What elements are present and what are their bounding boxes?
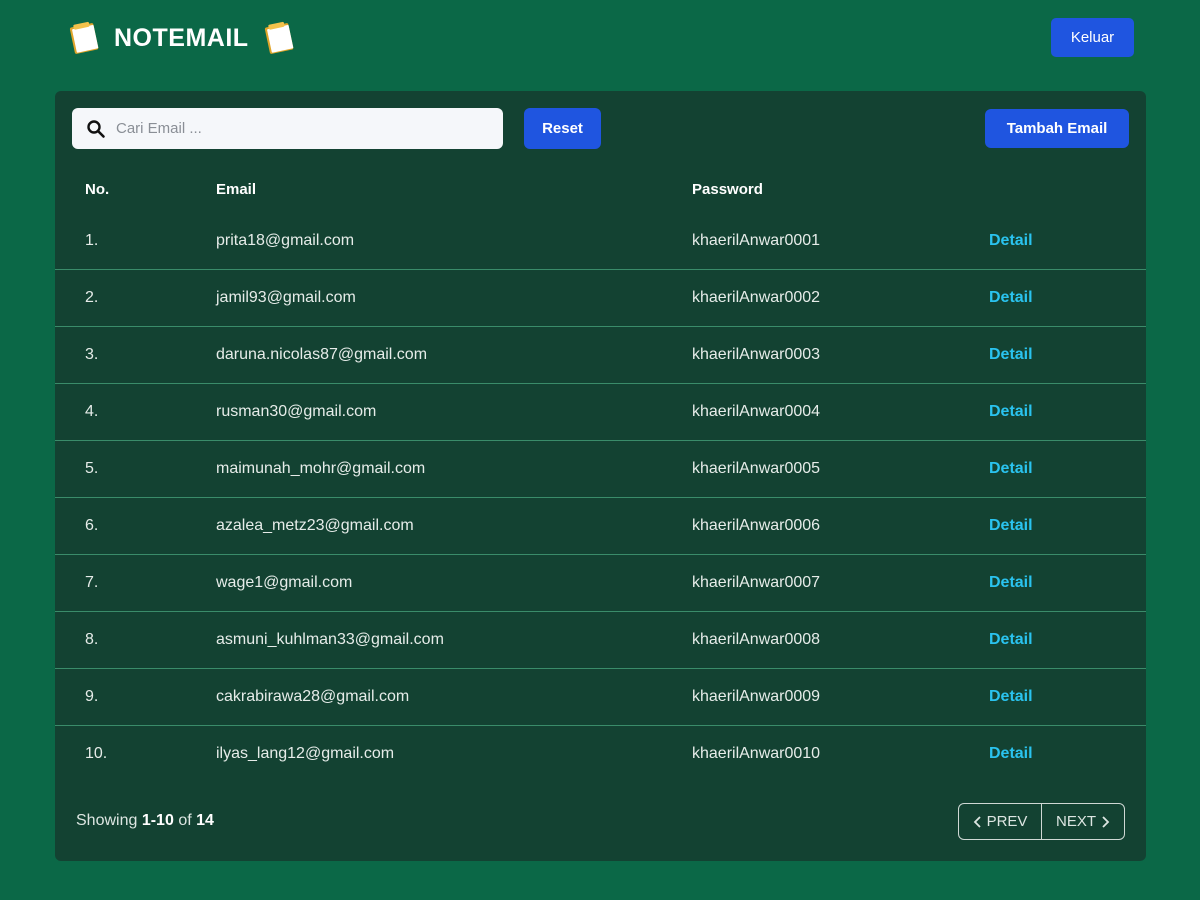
row-email: asmuni_kuhlman33@gmail.com	[216, 631, 444, 648]
search-input[interactable]	[116, 110, 496, 147]
row-email: wage1@gmail.com	[216, 574, 353, 591]
row-password: khaerilAnwar0007	[692, 574, 821, 591]
row-number: 2.	[85, 289, 99, 306]
table-row: 7. wage1@gmail.com khaerilAnwar0007 Deta…	[55, 555, 1146, 612]
header-no: No.	[85, 181, 110, 198]
table-row: 3. daruna.nicolas87@gmail.com khaerilAnw…	[55, 327, 1146, 384]
showing-range: 1-10	[141, 812, 174, 829]
row-email: ilyas_lang12@gmail.com	[216, 745, 395, 762]
row-password: khaerilAnwar0001	[692, 232, 821, 249]
row-email: maimunah_mohr@gmail.com	[216, 460, 426, 477]
row-number: 1.	[85, 232, 99, 249]
pagination-summary: Showing 1-10 of 14	[76, 812, 214, 830]
prev-page-button[interactable]: PREV	[959, 804, 1042, 839]
detail-link[interactable]: Detail	[989, 460, 1033, 478]
row-number: 8.	[85, 631, 99, 648]
table-header: No. Email Password	[55, 169, 1146, 211]
row-number: 10.	[85, 745, 108, 762]
email-panel: Reset Tambah Email No. Email Password 1.…	[55, 91, 1146, 861]
row-email: jamil93@gmail.com	[216, 289, 356, 306]
row-number: 6.	[85, 517, 99, 534]
detail-link[interactable]: Detail	[989, 631, 1033, 649]
detail-link[interactable]: Detail	[989, 289, 1033, 307]
next-page-button[interactable]: NEXT	[1042, 804, 1124, 839]
header-email: Email	[216, 181, 257, 198]
chevron-left-icon	[973, 815, 981, 828]
row-email: daruna.nicolas87@gmail.com	[216, 346, 428, 363]
row-email: cakrabirawa28@gmail.com	[216, 688, 410, 705]
detail-link[interactable]: Detail	[989, 403, 1033, 421]
app-header: NOTEMAIL Keluar	[0, 0, 1200, 80]
notepad-icon	[69, 21, 99, 54]
table-body: 1. prita18@gmail.com khaerilAnwar0001 De…	[55, 213, 1146, 783]
showing-total: 14	[196, 812, 214, 829]
add-email-button[interactable]: Tambah Email	[985, 109, 1129, 148]
row-password: khaerilAnwar0004	[692, 403, 821, 420]
showing-label: Showing	[76, 812, 138, 829]
table-row: 4. rusman30@gmail.com khaerilAnwar0004 D…	[55, 384, 1146, 441]
pagination-controls: PREV NEXT	[958, 803, 1125, 840]
row-email: rusman30@gmail.com	[216, 403, 377, 420]
row-password: khaerilAnwar0005	[692, 460, 821, 477]
row-email: azalea_metz23@gmail.com	[216, 517, 414, 534]
row-number: 5.	[85, 460, 99, 477]
search-icon	[87, 119, 105, 138]
detail-link[interactable]: Detail	[989, 688, 1033, 706]
search-box[interactable]	[72, 108, 503, 149]
brand: NOTEMAIL	[66, 18, 297, 58]
table-row: 1. prita18@gmail.com khaerilAnwar0001 De…	[55, 213, 1146, 270]
detail-link[interactable]: Detail	[989, 745, 1033, 763]
of-label: of	[178, 812, 192, 829]
row-number: 3.	[85, 346, 99, 363]
row-email: prita18@gmail.com	[216, 232, 355, 249]
table-row: 10. ilyas_lang12@gmail.com khaerilAnwar0…	[55, 726, 1146, 783]
row-number: 7.	[85, 574, 99, 591]
row-password: khaerilAnwar0006	[692, 517, 821, 534]
next-label: NEXT	[1055, 813, 1096, 830]
row-password: khaerilAnwar0009	[692, 688, 821, 705]
table-row: 2. jamil93@gmail.com khaerilAnwar0002 De…	[55, 270, 1146, 327]
table-row: 6. azalea_metz23@gmail.com khaerilAnwar0…	[55, 498, 1146, 555]
logout-button[interactable]: Keluar	[1051, 18, 1134, 57]
app-title: NOTEMAIL	[114, 23, 249, 52]
detail-link[interactable]: Detail	[989, 232, 1033, 250]
reset-button[interactable]: Reset	[524, 108, 601, 149]
row-password: khaerilAnwar0008	[692, 631, 821, 648]
prev-label: PREV	[986, 813, 1028, 830]
notepad-icon	[264, 21, 293, 54]
row-password: khaerilAnwar0002	[692, 289, 821, 306]
table-row: 5. maimunah_mohr@gmail.com khaerilAnwar0…	[55, 441, 1146, 498]
row-number: 9.	[85, 688, 99, 705]
row-password: khaerilAnwar0003	[692, 346, 821, 363]
detail-link[interactable]: Detail	[989, 346, 1033, 364]
detail-link[interactable]: Detail	[989, 574, 1033, 592]
chevron-right-icon	[1102, 815, 1110, 828]
row-password: khaerilAnwar0010	[692, 745, 821, 762]
table-row: 9. cakrabirawa28@gmail.com khaerilAnwar0…	[55, 669, 1146, 726]
table-row: 8. asmuni_kuhlman33@gmail.com khaerilAnw…	[55, 612, 1146, 669]
row-number: 4.	[85, 403, 99, 420]
header-password: Password	[692, 181, 763, 198]
detail-link[interactable]: Detail	[989, 517, 1033, 535]
